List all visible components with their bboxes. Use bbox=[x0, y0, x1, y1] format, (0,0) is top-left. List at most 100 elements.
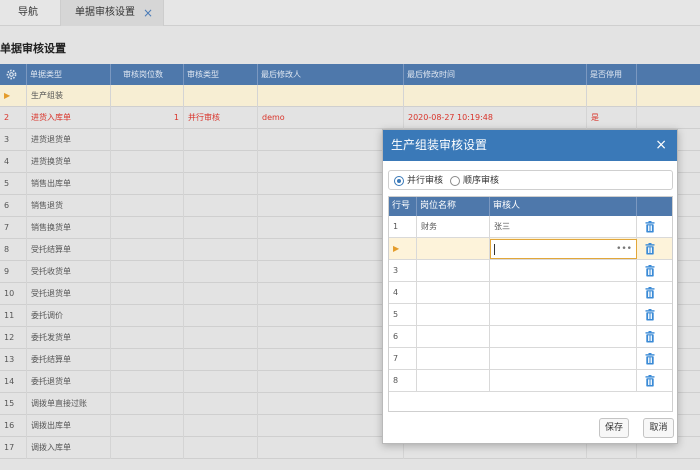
radio-sequential-audit[interactable]: 顺序审核 bbox=[450, 174, 499, 188]
cell-auditor[interactable] bbox=[490, 304, 637, 326]
cell-position-count bbox=[111, 129, 184, 151]
close-icon[interactable]: × bbox=[655, 130, 667, 161]
row-number: 15 bbox=[0, 393, 27, 415]
dialog-header: 生产组装审核设置 × bbox=[383, 130, 677, 161]
tab-label: 单据审核设置 bbox=[75, 7, 135, 18]
auditor-row[interactable]: 1 财务 张三 bbox=[389, 216, 672, 238]
cell-position-name[interactable] bbox=[417, 370, 490, 392]
row-number: 3 bbox=[0, 129, 27, 151]
cell-audit-type bbox=[184, 85, 258, 107]
ellipsis-picker-icon[interactable]: ••• bbox=[616, 240, 632, 258]
cell-document-type: 调拨单直接过账 bbox=[27, 393, 111, 415]
table-row[interactable]: 2 进货入库单 1 并行审核 demo 2020-08-27 10:19:48 是 bbox=[0, 107, 700, 129]
cell-position-count: 1 bbox=[111, 107, 184, 129]
cell-auditor[interactable]: 张三 bbox=[490, 216, 637, 238]
cell-auditor[interactable] bbox=[490, 370, 637, 392]
cell-position-count bbox=[111, 327, 184, 349]
cell-auditor[interactable] bbox=[490, 260, 637, 282]
radio-unchecked-icon[interactable] bbox=[450, 176, 460, 186]
cell-document-type: 受托结算单 bbox=[27, 239, 111, 261]
row-number: 14 bbox=[0, 371, 27, 393]
cell-auditor[interactable] bbox=[490, 282, 637, 304]
current-row-arrow-icon: ▶ bbox=[393, 244, 400, 253]
row-number: 16 bbox=[0, 415, 27, 437]
trash-icon[interactable] bbox=[645, 375, 655, 387]
tab-navigation[interactable]: 导航 bbox=[0, 0, 56, 26]
row-number: 4 bbox=[389, 282, 417, 304]
auditor-row[interactable]: 5 bbox=[389, 304, 672, 326]
cell-position-name[interactable] bbox=[417, 260, 490, 282]
cell-audit-type bbox=[184, 437, 258, 459]
auditor-row[interactable]: 4 bbox=[389, 282, 672, 304]
cell-audit-type bbox=[184, 415, 258, 437]
row-number: 10 bbox=[0, 283, 27, 305]
save-button[interactable]: 保存 bbox=[599, 418, 629, 438]
auditor-row[interactable]: 3 bbox=[389, 260, 672, 282]
cell-position-name[interactable] bbox=[417, 326, 490, 348]
cell-auditor[interactable] bbox=[490, 348, 637, 370]
column-header-last-modified-time[interactable]: 最后修改时间 bbox=[404, 64, 587, 85]
radio-parallel-audit[interactable]: 并行审核 bbox=[394, 174, 443, 188]
cancel-button[interactable]: 取消 bbox=[643, 418, 674, 438]
cell-position-name[interactable] bbox=[417, 238, 490, 260]
grid-header: 单据类型 审核岗位数 审核类型 最后修改人 最后修改时间 是否停用 bbox=[0, 64, 700, 85]
cell-audit-type bbox=[184, 283, 258, 305]
row-number: 5 bbox=[0, 173, 27, 195]
cell-position-count bbox=[111, 283, 184, 305]
page-title: 单据审核设置 bbox=[0, 42, 66, 55]
trash-icon[interactable] bbox=[645, 331, 655, 343]
cell-position-count bbox=[111, 393, 184, 415]
cell-position-name[interactable]: 财务 bbox=[417, 216, 490, 238]
column-header-position-count[interactable]: 审核岗位数 bbox=[111, 64, 184, 85]
column-header-audit-type[interactable]: 审核类型 bbox=[184, 64, 258, 85]
column-header-row-number[interactable]: 行号 bbox=[389, 197, 417, 216]
cell-audit-type bbox=[184, 393, 258, 415]
table-row[interactable]: ▶ 生产组装 bbox=[0, 85, 700, 107]
column-header-position-name[interactable]: 岗位名称 bbox=[417, 197, 490, 216]
trash-icon[interactable] bbox=[645, 309, 655, 321]
auditor-grid-header: 行号 岗位名称 审核人 bbox=[389, 197, 672, 216]
cell-position-count bbox=[111, 261, 184, 283]
column-header-auditor[interactable]: 审核人 bbox=[490, 197, 637, 216]
close-icon[interactable]: × bbox=[143, 0, 153, 26]
trash-icon[interactable] bbox=[645, 221, 655, 233]
cell-position-count bbox=[111, 371, 184, 393]
cell-document-type: 销售退货 bbox=[27, 195, 111, 217]
auditor-row[interactable]: 8 bbox=[389, 370, 672, 392]
cell-audit-type bbox=[184, 261, 258, 283]
radio-checked-icon[interactable] bbox=[394, 176, 404, 186]
column-settings-button[interactable] bbox=[0, 64, 27, 85]
cell-position-name[interactable] bbox=[417, 348, 490, 370]
cell-position-count bbox=[111, 85, 184, 107]
gear-icon[interactable] bbox=[5, 68, 18, 81]
auditor-row[interactable]: 6 bbox=[389, 326, 672, 348]
cell-document-type: 销售出库单 bbox=[27, 173, 111, 195]
trash-icon[interactable] bbox=[645, 265, 655, 277]
row-number: 5 bbox=[389, 304, 417, 326]
trash-icon[interactable] bbox=[645, 243, 655, 255]
cell-position-name[interactable] bbox=[417, 304, 490, 326]
auditor-row[interactable]: 7 bbox=[389, 348, 672, 370]
auditor-grid: 行号 岗位名称 审核人 1 财务 张三 ▶ ••• 3 4 5 6 7 8 bbox=[388, 196, 673, 412]
cell-position-count bbox=[111, 415, 184, 437]
column-header-last-modifier[interactable]: 最后修改人 bbox=[258, 64, 404, 85]
cell-position-count bbox=[111, 239, 184, 261]
auditor-row[interactable]: ▶ ••• bbox=[389, 238, 672, 260]
row-number: 12 bbox=[0, 327, 27, 349]
column-header-disabled[interactable]: 是否停用 bbox=[587, 64, 637, 85]
cell-position-name[interactable] bbox=[417, 282, 490, 304]
tab-bar: 导航 单据审核设置 × bbox=[0, 0, 700, 26]
trash-icon[interactable] bbox=[645, 353, 655, 365]
auditor-picker-input[interactable]: ••• bbox=[490, 239, 637, 259]
trash-icon[interactable] bbox=[645, 287, 655, 299]
row-number: 8 bbox=[389, 370, 417, 392]
cell-auditor[interactable] bbox=[490, 326, 637, 348]
cell-audit-type bbox=[184, 195, 258, 217]
row-number: ▶ bbox=[0, 85, 27, 107]
cell-audit-type bbox=[184, 239, 258, 261]
row-number: 11 bbox=[0, 305, 27, 327]
row-number: 6 bbox=[389, 326, 417, 348]
cell-position-count bbox=[111, 195, 184, 217]
column-header-document-type[interactable]: 单据类型 bbox=[27, 64, 111, 85]
tab-document-audit-settings[interactable]: 单据审核设置 × bbox=[60, 0, 164, 26]
